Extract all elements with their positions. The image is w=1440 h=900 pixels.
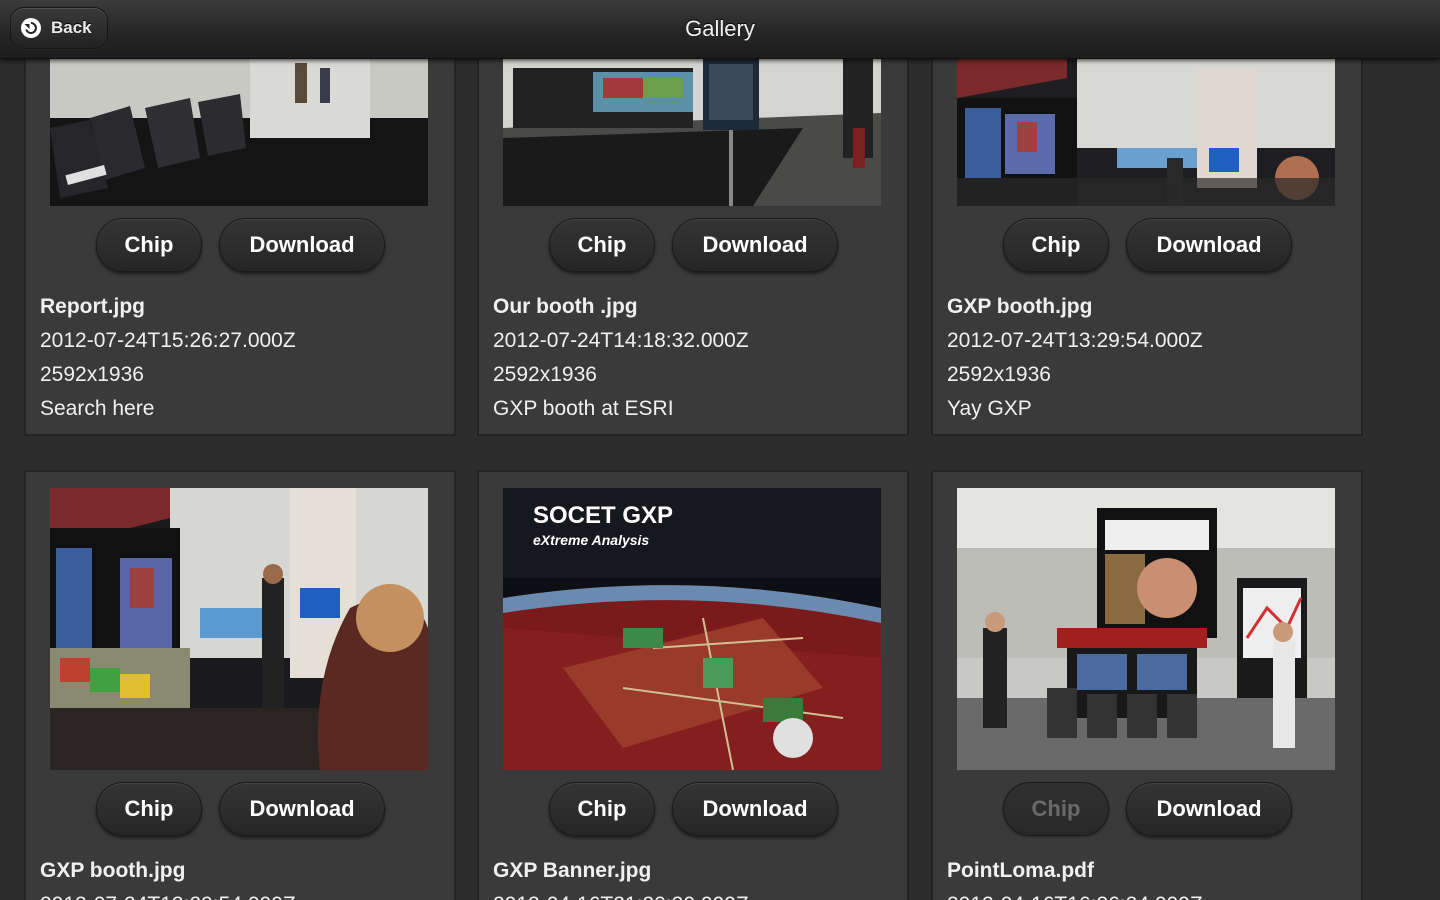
header-bar: Back Gallery [0, 0, 1440, 59]
photo-dimensions: 2592x1936 [40, 363, 144, 386]
chip-button[interactable]: Chip [1003, 218, 1109, 272]
photo-filename: GXP Banner.jpg [493, 859, 652, 882]
photo-thumbnail[interactable] [503, 58, 881, 206]
photo-info: Report.jpg 2012-07-24T15:26:27.000Z 2592… [40, 290, 296, 426]
photo-thumbnail[interactable] [50, 58, 428, 206]
photo-filename: Report.jpg [40, 295, 145, 318]
photo-overlay-title: SOCET GXP [533, 502, 674, 529]
chip-button[interactable]: Chip [96, 218, 202, 272]
photo-filename: GXP booth.jpg [40, 859, 186, 882]
page-title: Gallery [685, 16, 755, 41]
download-button[interactable]: Download [219, 218, 385, 272]
photo-thumbnail[interactable] [957, 58, 1335, 206]
photo-info: Our booth .jpg 2012-07-24T14:18:32.000Z … [493, 290, 749, 426]
download-button[interactable]: Download [672, 218, 838, 272]
photo-description: Yay GXP [947, 397, 1032, 420]
photo-dimensions: 2592x1936 [947, 363, 1051, 386]
gallery-card: SOCET GXP eXtreme Analysis Chip Download… [477, 470, 909, 900]
chip-button[interactable]: Chip [1003, 782, 1109, 836]
download-button[interactable]: Download [672, 782, 838, 836]
photo-thumbnail[interactable] [50, 488, 428, 770]
photo-dimensions: 2592x1936 [493, 363, 597, 386]
gallery-card: Chip Download Report.jpg 2012-07-24T15:2… [24, 40, 456, 436]
photo-thumbnail[interactable] [957, 488, 1335, 770]
photo-timestamp: 2012-07-24T13:29:54.000Z [40, 888, 296, 900]
photo-filename: PointLoma.pdf [947, 859, 1094, 882]
photo-timestamp: 2012-04-16T16:36:24.000Z [947, 888, 1203, 900]
photo-description: Search here [40, 397, 155, 420]
chip-button[interactable]: Chip [549, 782, 655, 836]
photo-description: GXP booth at ESRI [493, 397, 674, 420]
photo-timestamp: 2012-07-24T14:18:32.000Z [493, 329, 749, 352]
photo-thumbnail[interactable]: SOCET GXP eXtreme Analysis [503, 488, 881, 770]
photo-timestamp: 2012-04-16T21:20:20.000Z [493, 888, 749, 900]
gallery-page: Chip Download Report.jpg 2012-07-24T15:2… [0, 0, 1440, 900]
gallery-card: Chip Download Our booth .jpg 2012-07-24T… [477, 40, 909, 436]
download-button[interactable]: Download [1126, 782, 1292, 836]
photo-filename: Our booth .jpg [493, 295, 638, 318]
photo-info: GXP booth.jpg 2012-07-24T13:29:54.000Z 2… [947, 290, 1203, 426]
photo-timestamp: 2012-07-24T13:29:54.000Z [947, 329, 1203, 352]
photo-info: GXP Banner.jpg 2012-04-16T21:20:20.000Z [493, 854, 749, 900]
photo-timestamp: 2012-07-24T15:26:27.000Z [40, 329, 296, 352]
photo-info: GXP booth.jpg 2012-07-24T13:29:54.000Z [40, 854, 296, 900]
gallery-card: Chip Download GXP booth.jpg 2012-07-24T1… [24, 470, 456, 900]
gallery-card: Chip Download GXP booth.jpg 2012-07-24T1… [931, 40, 1363, 436]
photo-filename: GXP booth.jpg [947, 295, 1093, 318]
download-button[interactable]: Download [1126, 218, 1292, 272]
photo-info: PointLoma.pdf 2012-04-16T16:36:24.000Z [947, 854, 1203, 900]
gallery-card: Chip Download PointLoma.pdf 2012-04-16T1… [931, 470, 1363, 900]
download-button[interactable]: Download [219, 782, 385, 836]
gallery-grid: Chip Download Report.jpg 2012-07-24T15:2… [0, 0, 1440, 900]
chip-button[interactable]: Chip [96, 782, 202, 836]
chip-button[interactable]: Chip [549, 218, 655, 272]
photo-overlay-subtitle: eXtreme Analysis [533, 532, 650, 548]
